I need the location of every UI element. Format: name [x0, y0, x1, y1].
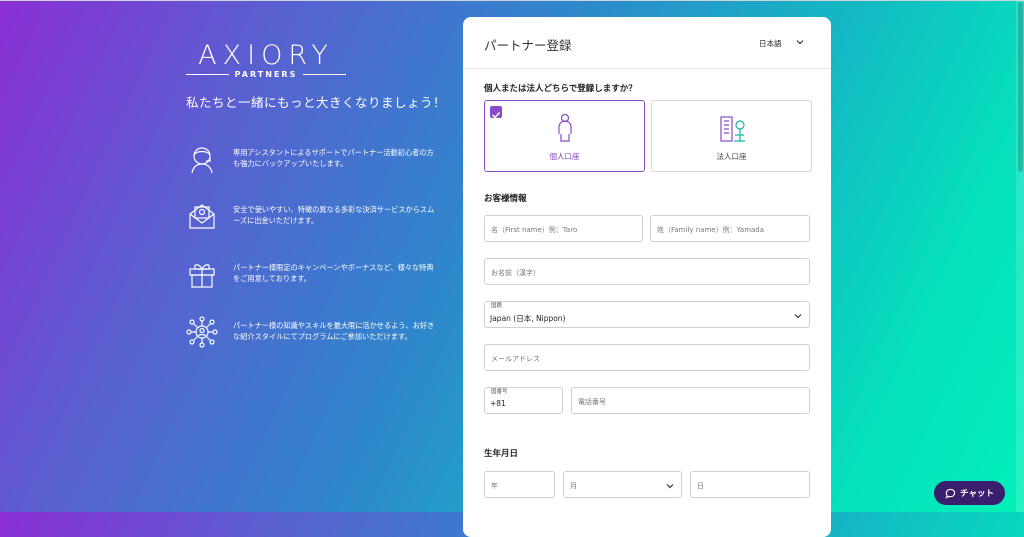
scrollbar-thumb[interactable]: [1018, 2, 1023, 172]
network-people-icon: [186, 316, 218, 348]
account-type-question: 個人または法人どちらで登録しますか？: [484, 84, 637, 94]
day-placeholder: 日: [697, 482, 704, 490]
first-name-field[interactable]: 名（First name）例：Taro: [484, 215, 643, 242]
phone-field[interactable]: 電話番号: [571, 387, 810, 414]
customer-info-heading: お客様情報: [484, 194, 527, 204]
birth-month-select[interactable]: 月: [563, 471, 682, 498]
country-code-label: 国番号: [491, 389, 508, 395]
brand-sub-text: PARTNERS: [234, 70, 298, 79]
feature-item: パートナー様の知識やスキルを最大限に活かせるよう、お好きな紹介スタイルにてプログ…: [186, 316, 436, 348]
feature-text: 安全で使いやすい、特徴の異なる多彩な決済サービスからスムーズに出金いただけます。: [233, 205, 435, 225]
last-name-field[interactable]: 姓（Family name）例：Yamada: [650, 215, 810, 242]
birthdate-heading: 生年月日: [484, 449, 519, 459]
checkmark-icon: [491, 111, 501, 119]
chevron-down-icon: [666, 484, 674, 489]
birth-year-field[interactable]: 年: [484, 471, 555, 498]
country-code-value: +81: [490, 399, 506, 408]
last-name-placeholder: 姓（Family name）例：Yamada: [657, 226, 765, 234]
language-select[interactable]: 日本語: [759, 38, 782, 49]
kanji-name-placeholder: お名前（漢字）: [491, 269, 540, 277]
nationality-value: Japan (日本, Nippon): [490, 314, 566, 323]
year-placeholder: 年: [491, 482, 498, 490]
corporate-account-option[interactable]: 法人口座: [651, 100, 812, 172]
money-envelope-icon: [189, 204, 215, 229]
gift-icon: [189, 264, 215, 288]
chevron-down-icon: [794, 314, 802, 319]
feature-text: パートナー様限定のキャンペーンやボーナスなど、様々な特典をご用意しております。: [233, 263, 434, 283]
feature-text: パートナー様の知識やスキルを最大限に活かせるよう、お好きな紹介スタイルにてプログ…: [233, 321, 435, 341]
month-placeholder: 月: [570, 482, 577, 490]
country-code-field[interactable]: 国番号 +81: [484, 387, 563, 414]
birth-day-field[interactable]: 日: [690, 471, 810, 498]
brand-name: AXIORY: [198, 40, 334, 71]
chat-button[interactable]: チャット: [934, 481, 1005, 505]
axiory-partners-logo: AXIORY PARTNERS: [186, 40, 347, 79]
individual-account-option[interactable]: 個人口座: [484, 100, 645, 172]
chat-label: チャット: [960, 489, 994, 499]
page-title: パートナー登録: [484, 38, 572, 53]
kanji-name-field[interactable]: お名前（漢字）: [484, 258, 810, 285]
building-icon: [720, 116, 745, 142]
tagline: 私たちと一緒にもっと大きくなりましょう！: [186, 95, 447, 110]
feature-item: 専用アシスタントによるサポートでパートナー活動初心者の方も強力にバックアップいた…: [186, 143, 436, 175]
feature-text: 専用アシスタントによるサポートでパートナー活動初心者の方も強力にバックアップいた…: [233, 148, 434, 168]
support-agent-icon: [191, 147, 213, 174]
chevron-down-icon[interactable]: [796, 38, 804, 46]
phone-placeholder: 電話番号: [578, 398, 606, 406]
email-field[interactable]: メールアドレス: [484, 344, 810, 371]
account-type-label: 法人口座: [716, 152, 747, 161]
page-scrollbar[interactable]: [1016, 0, 1024, 512]
top-divider: [0, 0, 1024, 1]
chat-bubble-icon: [945, 488, 956, 499]
first-name-placeholder: 名（First name）例：Taro: [491, 226, 578, 234]
feature-item: 安全で使いやすい、特徴の異なる多彩な決済サービスからスムーズに出金いただけます。: [186, 200, 436, 232]
email-placeholder: メールアドレス: [491, 355, 540, 363]
registration-card: パートナー登録 日本語 個人または法人どちらで登録しますか？ 個人口座 法人口座…: [463, 17, 831, 537]
nationality-label: 国籍: [491, 303, 503, 309]
person-icon: [558, 113, 572, 142]
nationality-select[interactable]: 国籍 Japan (日本, Nippon): [484, 301, 810, 328]
brand-sub: PARTNERS: [186, 70, 347, 79]
checkbox-checked[interactable]: [490, 106, 502, 119]
account-type-label: 個人口座: [549, 152, 580, 161]
feature-item: パートナー様限定のキャンペーンやボーナスなど、様々な特典をご用意しております。: [186, 258, 436, 290]
